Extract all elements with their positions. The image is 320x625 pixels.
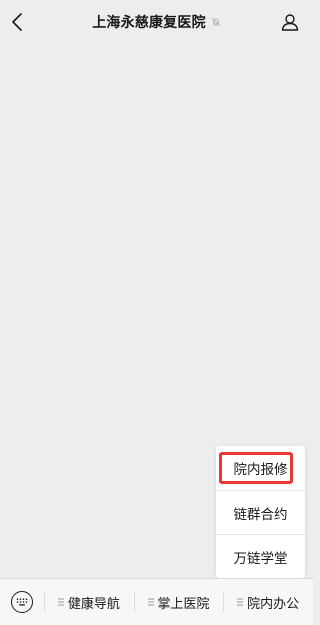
submenu-item-label: 院内报修 bbox=[233, 462, 288, 478]
chat-screen: 上海永慈康复医院 院内报修 链群合约 万链学堂 健康导航 掌上医院 院内办公 bbox=[0, 0, 313, 625]
menu-lines-icon bbox=[147, 598, 154, 606]
back-button[interactable] bbox=[6, 11, 28, 33]
chevron-left-icon bbox=[12, 13, 22, 31]
menu-tab-label: 院内办公 bbox=[247, 596, 300, 612]
submenu-item-label: 链群合约 bbox=[233, 506, 288, 523]
keyboard-icon bbox=[11, 591, 33, 613]
menu-tab-mobile-hospital[interactable]: 掌上医院 bbox=[133, 579, 224, 625]
menu-tab-hospital-office[interactable]: 院内办公 bbox=[223, 579, 313, 625]
title-wrap: 上海永慈康复医院 bbox=[92, 12, 221, 32]
submenu-popup: 院内报修 链群合约 万链学堂 bbox=[216, 446, 305, 587]
header: 上海永慈康复医院 bbox=[0, 0, 313, 44]
menu-tab-label: 掌上医院 bbox=[157, 596, 210, 612]
keyboard-toggle-button[interactable] bbox=[0, 579, 44, 625]
bell-muted-icon bbox=[211, 17, 221, 27]
page-title: 上海永慈康复医院 bbox=[92, 15, 206, 31]
menu-lines-icon bbox=[57, 598, 64, 606]
submenu-item-repair[interactable]: 院内报修 bbox=[216, 446, 305, 490]
bottom-menu-bar: 健康导航 掌上医院 院内办公 bbox=[0, 578, 313, 625]
person-icon bbox=[281, 14, 299, 31]
menu-lines-icon bbox=[237, 598, 244, 606]
menu-tab-label: 健康导航 bbox=[67, 596, 120, 612]
submenu-item-contract[interactable]: 链群合约 bbox=[216, 490, 305, 534]
submenu-item-label: 万链学堂 bbox=[233, 550, 288, 567]
profile-button[interactable] bbox=[279, 11, 301, 33]
menu-tab-health-nav[interactable]: 健康导航 bbox=[44, 579, 134, 625]
